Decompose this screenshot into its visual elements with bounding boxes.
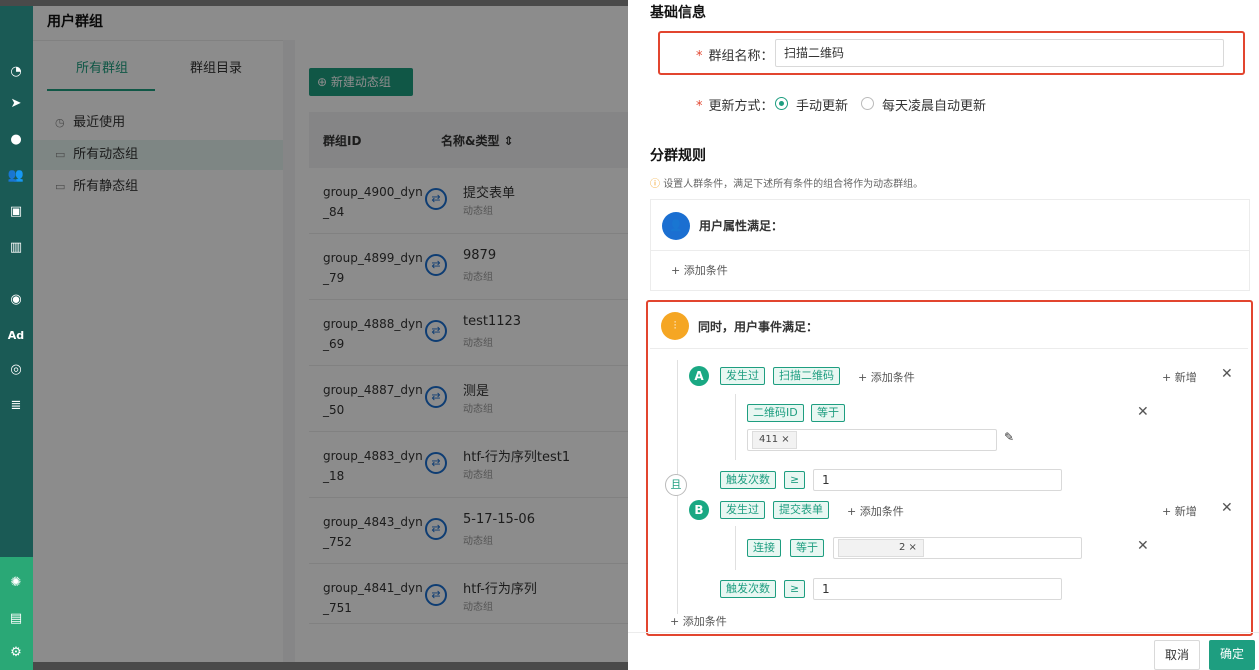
rule-a-value-input[interactable]: 411 ×: [747, 429, 997, 451]
rule-a-add-new[interactable]: + 新增: [1162, 369, 1197, 385]
radio-manual-update[interactable]: [775, 97, 788, 110]
rule-b-event-tag[interactable]: 提交表单: [773, 501, 829, 519]
target-icon[interactable]: ◎: [6, 360, 26, 380]
footer-divider: [628, 632, 1259, 633]
rule-b-op-tag[interactable]: 等于: [790, 539, 824, 557]
tip-text: 设置人群条件，满足下述所有条件的组合将作为动态群组。: [663, 179, 924, 190]
basic-info-title: 基础信息: [650, 5, 706, 21]
rule-a-close-icon[interactable]: ✕: [1221, 366, 1233, 382]
network-icon[interactable]: ✺: [6, 573, 26, 593]
rule-a-badge: A: [689, 366, 709, 386]
rule-b-occurred-tag[interactable]: 发生过: [720, 501, 765, 519]
info-icon: ⓘ: [650, 179, 660, 190]
and-toggle[interactable]: 且: [665, 474, 687, 496]
ad-icon[interactable]: Ad: [6, 326, 26, 346]
add-condition-label: 添加条件: [870, 371, 915, 384]
create-group-drawer: 基础信息 * 群组名称： 扫描二维码 * 更新方式： 手动更新 每天凌晨自动更新 分…: [628, 0, 1259, 670]
user-attribute-icon: 👤: [662, 212, 690, 240]
rule-a-gte-tag[interactable]: ≥: [784, 471, 806, 489]
bookmark-icon[interactable]: ▣: [6, 202, 26, 222]
value-chip[interactable]: 411 ×: [752, 431, 797, 449]
rule-b-trigger-tag[interactable]: 触发次数: [720, 580, 776, 598]
rules-title: 分群规则: [650, 148, 706, 164]
label-text: 群组名称：: [708, 49, 774, 64]
user-icon[interactable]: ●: [6, 130, 26, 150]
document-icon[interactable]: ≣: [6, 396, 26, 416]
rule-a-sub-line: [735, 394, 736, 460]
add-condition-label: 添加条件: [683, 264, 728, 277]
add-new-label: 新增: [1174, 505, 1197, 518]
rule-b-add-condition[interactable]: + 添加条件: [847, 503, 904, 519]
event-sliders-icon: ⫶: [661, 312, 689, 340]
settings-icon[interactable]: ⚙: [6, 643, 26, 663]
add-condition-label: 添加条件: [682, 615, 727, 628]
server-icon[interactable]: ▤: [6, 609, 26, 629]
group-name-input[interactable]: 扫描二维码: [775, 39, 1224, 67]
rule-a-add-condition[interactable]: + 添加条件: [858, 369, 915, 385]
edit-pencil-icon[interactable]: ✎: [1004, 430, 1014, 444]
users-icon[interactable]: 👥: [6, 166, 26, 186]
update-mode-label: * 更新方式：: [696, 99, 774, 114]
app-nav-bar: ◔ ➤ ● 👥 ▣ ▥ ◉ Ad ◎ ≣ ✺ ▤ ⚙: [0, 6, 33, 670]
rule-b-gte-tag[interactable]: ≥: [784, 580, 806, 598]
cancel-button[interactable]: 取消: [1154, 640, 1200, 670]
send-icon[interactable]: ➤: [6, 94, 26, 114]
group-name-label: * 群组名称：: [696, 49, 774, 64]
rule-a-occurred-tag[interactable]: 发生过: [720, 367, 765, 385]
radio-auto-label: 每天凌晨自动更新: [882, 99, 987, 114]
value-chip[interactable]: 2 ×: [838, 539, 924, 557]
add-condition-label: 添加条件: [859, 505, 904, 518]
add-new-label: 新增: [1174, 371, 1197, 384]
rule-a-event-tag[interactable]: 扫描二维码: [773, 367, 840, 385]
add-attribute-condition[interactable]: + 添加条件: [671, 262, 728, 278]
confirm-button[interactable]: 确定: [1209, 640, 1255, 670]
rule-a-count-input[interactable]: 1: [813, 469, 1062, 491]
nav-bottom-section: ✺ ▤ ⚙: [0, 557, 33, 670]
rules-tip: ⓘ 设置人群条件，满足下述所有条件的组合将作为动态群组。: [650, 175, 923, 190]
rule-a-sub-close-icon[interactable]: ✕: [1137, 404, 1149, 420]
user-attribute-title: 用户属性满足：: [699, 219, 784, 233]
rule-a-prop-tag[interactable]: 二维码ID: [747, 404, 804, 422]
rule-b-sub-line: [735, 526, 736, 570]
divider: [650, 348, 1248, 349]
rule-b-sub-close-icon[interactable]: ✕: [1137, 538, 1149, 554]
divider: [651, 250, 1249, 251]
dashboard-icon[interactable]: ◔: [6, 62, 26, 82]
user-attribute-card: 👤 用户属性满足： + 添加条件: [650, 199, 1250, 291]
modal-backdrop[interactable]: [33, 6, 633, 662]
rule-a-trigger-tag[interactable]: 触发次数: [720, 471, 776, 489]
chat-icon[interactable]: ◉: [6, 290, 26, 310]
screen: ◔ ➤ ● 👥 ▣ ▥ ◉ Ad ◎ ≣ ✺ ▤ ⚙ 用户群组 所有群组 群组目…: [0, 0, 1259, 670]
rule-a-op-tag[interactable]: 等于: [811, 404, 845, 422]
rule-b-badge: B: [689, 500, 709, 520]
radio-auto-update[interactable]: [861, 97, 874, 110]
label-text: 更新方式：: [708, 99, 774, 114]
radio-manual-label: 手动更新: [796, 99, 849, 114]
rule-b-add-new[interactable]: + 新增: [1162, 503, 1197, 519]
add-event-condition[interactable]: + 添加条件: [670, 613, 727, 629]
rule-b-value-input[interactable]: 2 ×: [833, 537, 1082, 559]
rule-b-close-icon[interactable]: ✕: [1221, 500, 1233, 516]
user-event-title: 同时，用户事件满足：: [698, 320, 819, 334]
user-event-card: ⫶ 同时，用户事件满足： 且 A 发生过 扫描二维码 + 添加条件 + 新增 ✕…: [650, 304, 1250, 630]
bar-chart-icon[interactable]: ▥: [6, 238, 26, 258]
rule-b-prop-tag[interactable]: 连接: [747, 539, 781, 557]
rule-b-count-input[interactable]: 1: [813, 578, 1062, 600]
